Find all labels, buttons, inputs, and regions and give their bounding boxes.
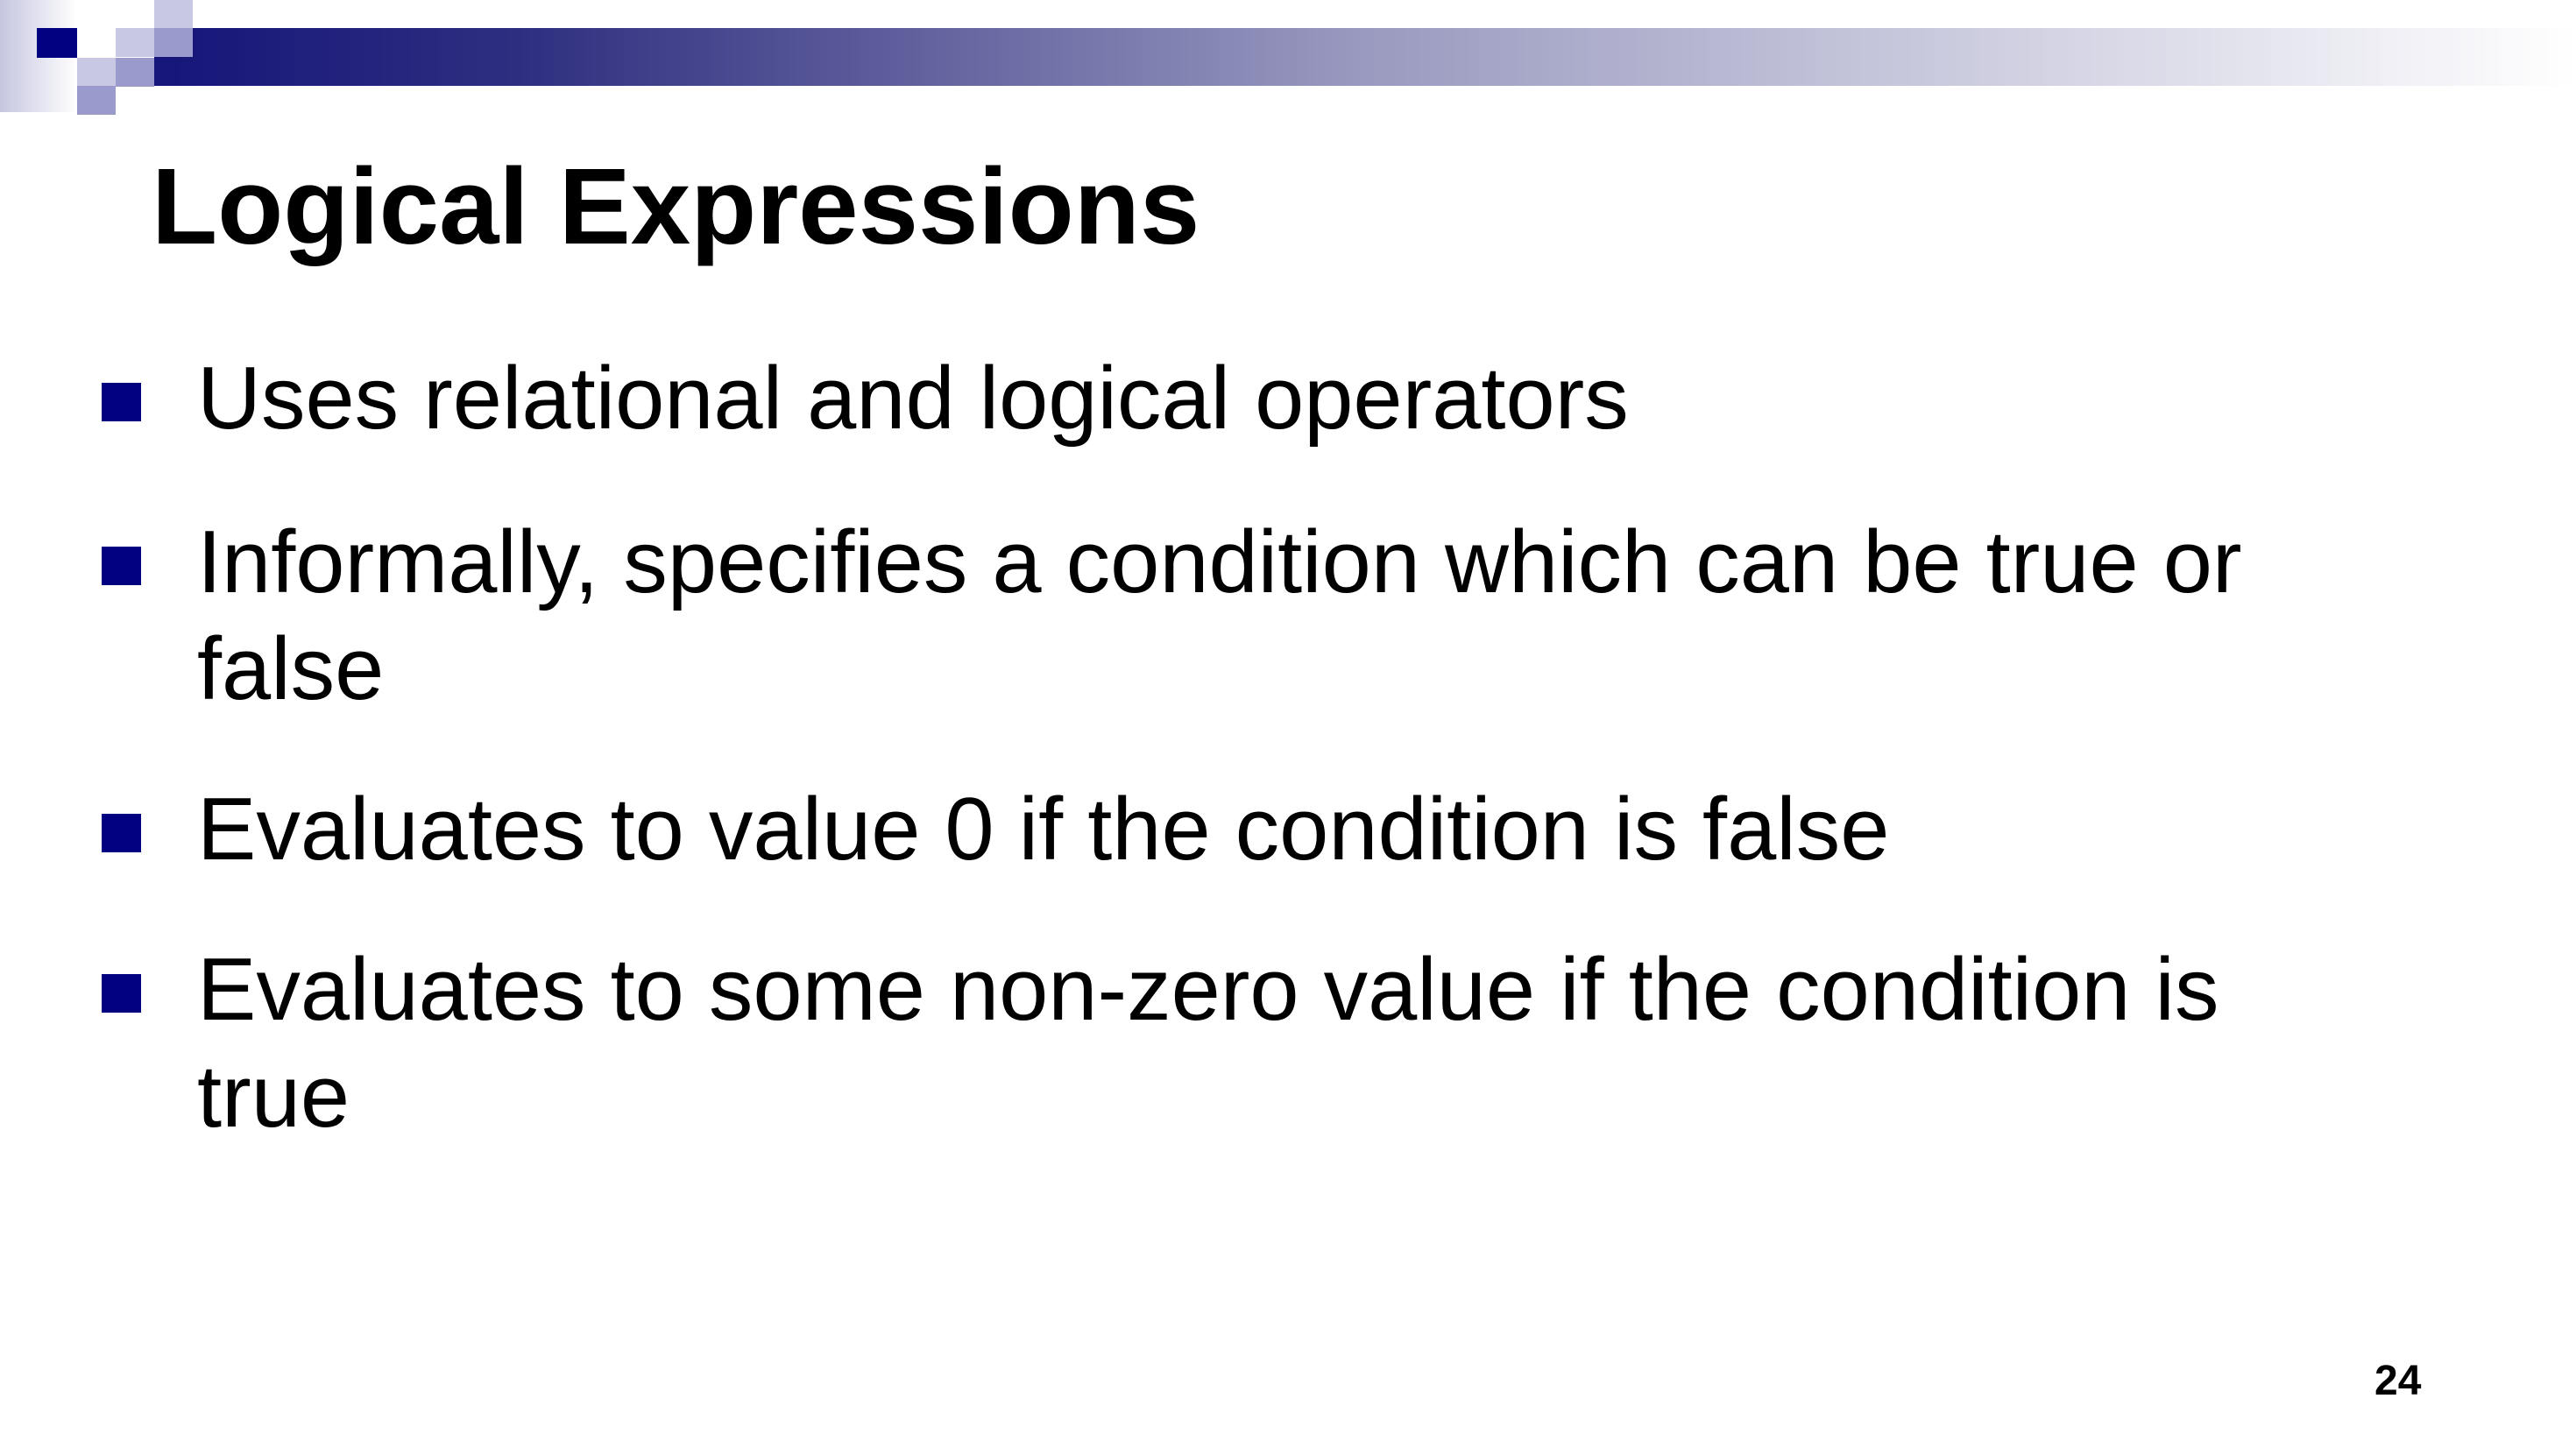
bullet-text: Uses relational and logical operators [197, 350, 1629, 448]
decoration-square [37, 28, 77, 58]
decoration-square [77, 58, 116, 87]
square-bullet-icon [102, 383, 141, 421]
bullet-item: Evaluates to value 0 if the condition is… [102, 776, 2345, 883]
bullet-text: Evaluates to value 0 if the condition is… [197, 781, 1890, 879]
page-number: 24 [2374, 1358, 2422, 1404]
header-bar [154, 28, 2576, 86]
bullet-text: Informally, specifies a condition which … [197, 513, 2242, 718]
square-bullet-icon [102, 974, 141, 1013]
bullet-item: Evaluates to some non-zero value if the … [102, 936, 2345, 1150]
square-bullet-icon [102, 547, 141, 585]
decoration-square [77, 86, 116, 115]
bullet-item: Informally, specifies a condition which … [102, 509, 2345, 723]
bullet-text: Evaluates to some non-zero value if the … [197, 941, 2219, 1146]
square-bullet-icon [102, 814, 141, 852]
slide-title: Logical Expressions [152, 147, 1200, 267]
decoration-square [116, 28, 154, 57]
bullet-item: Uses relational and logical operators [102, 345, 2345, 452]
decoration-square [154, 0, 193, 29]
decoration-square [116, 58, 154, 87]
decoration-square [154, 28, 193, 57]
